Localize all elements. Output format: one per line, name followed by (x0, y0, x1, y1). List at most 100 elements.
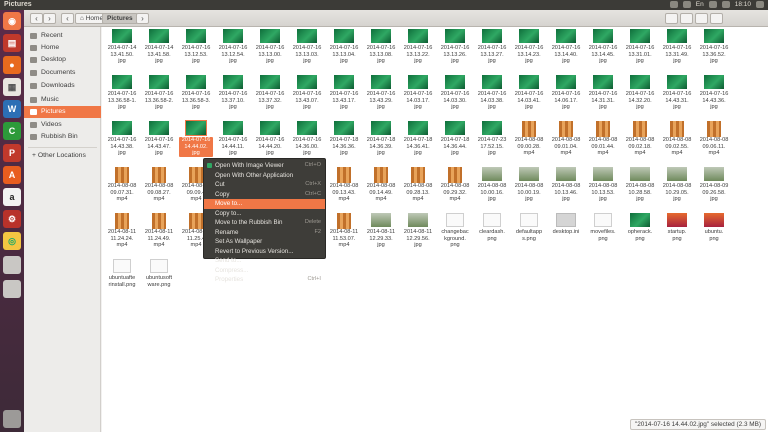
file-item[interactable]: 2014-07-18 14.36.39. jpg (364, 121, 398, 161)
file-item[interactable]: 2014-07-14 13.41.50. jpg (105, 29, 139, 69)
menu-item-move-to-rubbish-bin[interactable]: Move to the Rubbish Bin Delete (204, 218, 325, 228)
file-item[interactable]: 2014-07-16 14.44.11. jpg (216, 121, 250, 161)
file-item[interactable]: 2014-07-16 13.14.45. jpg (586, 29, 620, 69)
file-item[interactable]: 2014-08-08 09.28.13. mp4 (401, 167, 435, 207)
file-item[interactable]: 2014-07-16 13.36.58-1. jpg (105, 75, 139, 115)
keyboard-indicator[interactable]: En (696, 1, 704, 8)
menu-item-copy[interactable]: Copy Ctrl+C (204, 190, 325, 200)
sidebar-item-home[interactable]: Home (24, 42, 101, 54)
writer-icon[interactable]: W (3, 100, 21, 118)
file-item[interactable]: 2014-08-08 10.13.53. jpg (586, 167, 620, 207)
file-item[interactable]: 2014-08-08 10.00.19. jpg (512, 167, 546, 207)
sidebar-item-music[interactable]: Music (24, 94, 101, 106)
breadcrumb-left-arrow[interactable]: ‹ (61, 13, 74, 24)
chrome-icon[interactable]: ◎ (3, 232, 21, 250)
file-item[interactable]: 2014-08-08 10.28.58. jpg (623, 167, 657, 207)
file-item[interactable]: 2014-07-16 13.13.08. jpg (364, 29, 398, 69)
files-app-icon[interactable]: ▤ (3, 34, 21, 52)
file-item[interactable]: 2014-07-16 14.44.20. jpg (253, 121, 287, 161)
menu-item-cut[interactable]: Cut Ctrl+X (204, 180, 325, 190)
file-item[interactable]: 2014-07-16 13.43.17. jpg (327, 75, 361, 115)
file-item[interactable]: 2014-08-08 09.08.27. mp4 (142, 167, 176, 207)
menu-item-properties[interactable]: Properties Ctrl+I (204, 275, 325, 285)
file-item[interactable]: 2014-07-16 14.43.47. jpg (142, 121, 176, 161)
file-item[interactable]: 2014-07-16 13.13.03. jpg (290, 29, 324, 69)
file-item[interactable]: defaultapp s.png (512, 213, 546, 253)
menu-item-move-to[interactable]: Move to... (204, 199, 325, 209)
file-item[interactable]: 2014-07-16 14.03.41. jpg (512, 75, 546, 115)
impress-icon[interactable]: P (3, 144, 21, 162)
file-item[interactable]: 2014-07-16 13.36.58-2. jpg (142, 75, 176, 115)
drive-icon-2[interactable] (3, 280, 21, 298)
file-item[interactable]: 2014-08-11 11.53.07. mp4 (327, 213, 361, 253)
menu-item-rename[interactable]: Rename F2 (204, 228, 325, 238)
file-item[interactable]: 2014-07-16 14.43.31. jpg (660, 75, 694, 115)
file-item[interactable]: 2014-07-16 13.12.54. jpg (216, 29, 250, 69)
file-item[interactable]: 2014-08-08 10.29.05. jpg (660, 167, 694, 207)
volume-icon[interactable] (721, 1, 730, 8)
file-item[interactable]: 2014-08-11 12.29.33. jpg (364, 213, 398, 253)
file-item[interactable]: ubuntu. png (697, 213, 731, 253)
file-item[interactable]: 2014-07-16 14.43.36. jpg (697, 75, 731, 115)
file-grid[interactable]: 2014-07-14 13.41.50. jpg 2014-07-14 13.41… (102, 27, 768, 432)
menu-item-send-to[interactable]: Send to... (204, 256, 325, 266)
network-icon[interactable] (708, 1, 717, 8)
file-item[interactable]: 2014-07-16 14.06.17. jpg (549, 75, 583, 115)
menu-item-copy-to[interactable]: Copy to... (204, 209, 325, 219)
file-item[interactable]: 2014-07-14 13.41.58. jpg (142, 29, 176, 69)
file-item[interactable]: 2014-07-16 13.13.22. jpg (401, 29, 435, 69)
amazon-icon[interactable]: a (3, 188, 21, 206)
firefox-icon[interactable]: ● (3, 56, 21, 74)
file-item[interactable]: 2014-07-16 13.31.01. jpg (623, 29, 657, 69)
sidebar-item-desktop[interactable]: Desktop (24, 54, 101, 66)
sidebar-item-videos[interactable]: Videos (24, 119, 101, 131)
file-item[interactable]: 2014-08-08 09.14.49. mp4 (364, 167, 398, 207)
file-item[interactable]: ubuntusoft ware.png (142, 259, 176, 299)
file-item[interactable]: 2014-07-16 13.13.27. jpg (475, 29, 509, 69)
file-item[interactable]: 2014-07-16 13.37.32. jpg (253, 75, 287, 115)
file-item[interactable]: 2014-07-16 13.36.52. jpg (697, 29, 731, 69)
menu-button[interactable] (710, 13, 723, 24)
view-list-button[interactable] (680, 13, 693, 24)
file-item[interactable]: 2014-07-16 14.43.38. jpg (105, 121, 139, 161)
file-item[interactable]: 2014-07-16 13.13.04. jpg (327, 29, 361, 69)
file-item[interactable]: 2014-08-08 10.00.16. jpg (475, 167, 509, 207)
file-item[interactable]: 2014-07-16 14.03.30. jpg (438, 75, 472, 115)
file-item[interactable]: 2014-07-16 13.37.10. jpg (216, 75, 250, 115)
sidebar-item-other-locations[interactable]: + Other Locations (24, 150, 101, 162)
breadcrumb-pictures[interactable]: Pictures (102, 13, 138, 24)
files-icon[interactable]: ▦ (3, 78, 21, 96)
file-item[interactable]: changebac kground. png (438, 213, 472, 253)
file-item[interactable]: movefiles. png (586, 213, 620, 253)
dash-home-icon[interactable]: ◉ (3, 12, 21, 30)
file-item[interactable]: startup. png (660, 213, 694, 253)
file-item[interactable]: 2014-07-16 13.36.58-3. jpg (179, 75, 213, 115)
file-item[interactable]: 2014-07-16 13.43.07. jpg (290, 75, 324, 115)
breadcrumb-right-arrow[interactable]: › (136, 13, 149, 24)
back-button[interactable]: ‹ (30, 13, 43, 24)
file-item[interactable]: 2014-08-08 09.02.55. mp4 (660, 121, 694, 161)
file-item[interactable]: 2014-07-18 14.36.36. jpg (327, 121, 361, 161)
sidebar-item-downloads[interactable]: Downloads (24, 80, 101, 92)
file-item[interactable]: 2014-08-08 09.02.18. mp4 (623, 121, 657, 161)
sidebar-item-pictures[interactable]: Pictures (24, 106, 101, 118)
forward-button[interactable]: › (43, 13, 56, 24)
file-item[interactable]: 2014-08-11 12.29.56. jpg (401, 213, 435, 253)
file-item[interactable]: 2014-07-18 14.36.44. jpg (438, 121, 472, 161)
file-item[interactable]: 2014-07-23 17.52.15. jpg (475, 121, 509, 161)
menu-item-revert[interactable]: Revert to Previous Version... (204, 247, 325, 257)
file-item[interactable]: 2014-07-16 13.14.40. jpg (549, 29, 583, 69)
file-item[interactable]: 2014-08-08 09.01.04. mp4 (549, 121, 583, 161)
file-item[interactable]: opherack. png (623, 213, 657, 253)
file-item[interactable]: 2014-07-16 14.32.20. jpg (623, 75, 657, 115)
trash-icon[interactable] (3, 410, 21, 428)
file-item[interactable]: 2014-08-08 09.29.32. mp4 (438, 167, 472, 207)
file-item[interactable]: 2014-07-16 14.03.17. jpg (401, 75, 435, 115)
settings-icon[interactable]: ⚙ (3, 210, 21, 228)
file-item[interactable]: 2014-07-16 14.36.00. jpg (290, 121, 324, 161)
file-item[interactable]: 2014-08-08 09.13.43. mp4 (327, 167, 361, 207)
file-item[interactable]: 2014-07-16 14.03.38. jpg (475, 75, 509, 115)
file-item[interactable]: 2014-07-16 13.43.29. jpg (364, 75, 398, 115)
sidebar-item-documents[interactable]: Documents (24, 67, 101, 79)
calc-icon[interactable]: C (3, 122, 21, 140)
